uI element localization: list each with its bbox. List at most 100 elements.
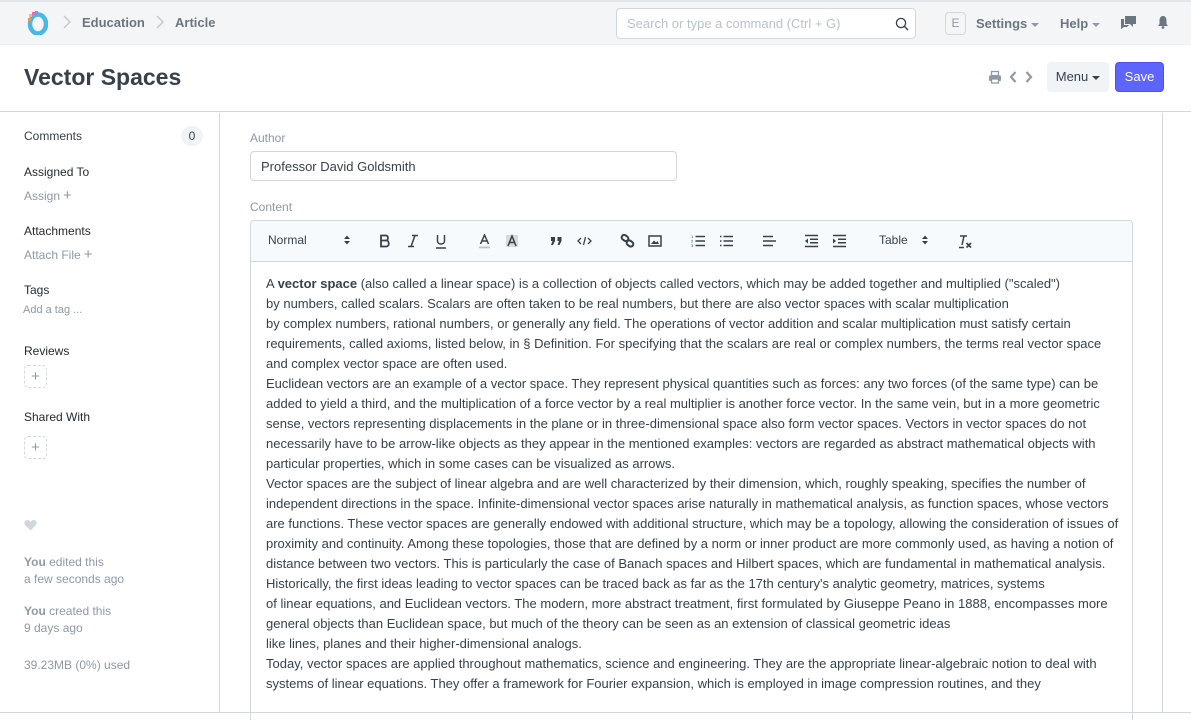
- content-label: Content: [250, 200, 293, 214]
- caret-down-icon: [1092, 22, 1101, 27]
- shared-with-heading: Shared With: [24, 410, 91, 424]
- select-arrows-icon: [344, 235, 350, 245]
- quote-icon: [550, 237, 561, 245]
- attach-file-label: Attach File: [24, 248, 81, 262]
- clear-format-button[interactable]: [957, 232, 973, 250]
- author-label: Author: [250, 131, 286, 145]
- blockquote-button[interactable]: [549, 232, 563, 250]
- print-icon[interactable]: [988, 70, 1002, 84]
- form-sidebar: Comments 0 Assigned To Assign + Attachmen…: [0, 113, 220, 713]
- tags-heading: Tags: [24, 283, 50, 297]
- align-button[interactable]: [761, 232, 777, 250]
- chat-icon[interactable]: [1120, 15, 1137, 30]
- attach-file-link[interactable]: Attach File +: [24, 246, 92, 263]
- background-color-button[interactable]: [505, 232, 519, 250]
- search-input[interactable]: [627, 9, 887, 38]
- add-review-button[interactable]: +: [24, 365, 47, 388]
- plus-icon: +: [83, 246, 93, 263]
- activity-time: a few seconds ago: [24, 572, 125, 586]
- italic-icon: [408, 234, 418, 248]
- assigned-to-heading: Assigned To: [24, 165, 90, 179]
- bold-text: vector space: [277, 276, 358, 291]
- page-head: Vector Spaces Menu Save: [0, 45, 1191, 112]
- breadcrumb-education[interactable]: Education: [82, 15, 145, 30]
- heading-select[interactable]: Normal: [268, 233, 352, 247]
- editor-content[interactable]: A vector space (also called a linear spa…: [266, 274, 1124, 694]
- activity-actor: You: [24, 604, 46, 618]
- add-tag-link[interactable]: Add a tag ...: [23, 304, 82, 316]
- text: (also called a linear space) is a collec…: [357, 276, 1061, 291]
- indent-button[interactable]: [831, 232, 847, 250]
- image-button[interactable]: [648, 232, 662, 250]
- outdent-button[interactable]: [803, 232, 819, 250]
- activity-edited: You edited this a few seconds ago: [24, 554, 124, 588]
- author-field[interactable]: [250, 151, 677, 181]
- code-icon: [576, 236, 592, 246]
- text: of linear equations, and Euclidean vecto…: [266, 596, 1108, 631]
- paragraph: Euclidean vectors are an example of a ve…: [266, 376, 1100, 471]
- chevron-right-icon: [63, 15, 71, 29]
- menu-label: Menu: [1055, 69, 1089, 84]
- caret-down-icon: [1092, 75, 1101, 80]
- bullet-list-icon: [719, 235, 733, 247]
- text: by numbers, called scalars. Scalars are …: [266, 296, 1009, 311]
- comments-count-badge: 0: [181, 126, 203, 146]
- underline-icon: [436, 234, 446, 249]
- bold-button[interactable]: [378, 232, 392, 250]
- save-button[interactable]: Save: [1115, 62, 1164, 92]
- assign-link[interactable]: Assign +: [24, 187, 72, 204]
- logo-icon[interactable]: [26, 11, 48, 35]
- navbar: Education Article E Settings Help: [0, 0, 1191, 45]
- svg-text:3: 3: [691, 243, 694, 248]
- activity-actor: You: [24, 555, 46, 569]
- help-label: Help: [1060, 16, 1089, 31]
- bell-icon[interactable]: [1157, 15, 1169, 29]
- activity-created: You created this 9 days ago: [24, 603, 111, 637]
- underline-button[interactable]: [434, 232, 448, 250]
- menu-button[interactable]: Menu: [1047, 62, 1109, 92]
- link-icon: [620, 234, 634, 248]
- paragraph: A vector space (also called a linear spa…: [266, 274, 1124, 374]
- previous-icon[interactable]: [1008, 70, 1018, 84]
- bullet-list-button[interactable]: [718, 232, 734, 250]
- align-left-icon: [762, 235, 776, 247]
- code-block-button[interactable]: [576, 232, 592, 250]
- ordered-list-button[interactable]: 123: [690, 232, 706, 250]
- text: A: [266, 276, 278, 291]
- search-icon[interactable]: [895, 17, 909, 31]
- settings-label: Settings: [976, 16, 1028, 31]
- italic-button[interactable]: [406, 232, 420, 250]
- activity-time: 9 days ago: [24, 621, 83, 635]
- reviews-heading: Reviews: [24, 344, 70, 358]
- like-heart-icon[interactable]: [24, 519, 37, 531]
- search-bar[interactable]: [616, 8, 916, 39]
- page-title: Vector Spaces: [24, 64, 182, 90]
- comments-label[interactable]: Comments: [24, 129, 82, 143]
- activity-action: created this: [45, 604, 112, 618]
- storage-used: 39.23MB (0%) used: [24, 658, 131, 672]
- divider: [0, 712, 1191, 713]
- attachments-heading: Attachments: [24, 224, 91, 238]
- text: by complex numbers, rational numbers, or…: [266, 316, 1102, 371]
- text-color-icon: [478, 233, 490, 248]
- text-color-button[interactable]: [477, 232, 491, 250]
- text: like lines, planes and their higher-dime…: [266, 636, 582, 651]
- settings-dropdown[interactable]: Settings: [976, 16, 1040, 31]
- image-icon: [648, 235, 662, 247]
- paragraph: Today, vector spaces are applied through…: [266, 656, 1097, 691]
- chevron-right-icon: [156, 15, 164, 29]
- assign-label: Assign: [24, 189, 61, 203]
- table-select[interactable]: Table: [879, 233, 931, 247]
- user-avatar[interactable]: E: [945, 12, 966, 35]
- ordered-list-icon: 123: [691, 234, 705, 248]
- link-button[interactable]: [619, 232, 635, 250]
- breadcrumb-article[interactable]: Article: [175, 15, 215, 30]
- add-share-button[interactable]: +: [24, 436, 47, 459]
- clear-format-icon: [958, 234, 972, 248]
- activity-action: edited this: [45, 555, 104, 569]
- text: Historically, the first ideas leading to…: [266, 576, 1045, 591]
- paragraph: Vector spaces are the subject of linear …: [266, 476, 1119, 571]
- next-icon[interactable]: [1024, 70, 1034, 84]
- help-dropdown[interactable]: Help: [1060, 16, 1101, 31]
- content-editor[interactable]: Normal 1 2 3 Table A vector space (also …: [250, 220, 1133, 720]
